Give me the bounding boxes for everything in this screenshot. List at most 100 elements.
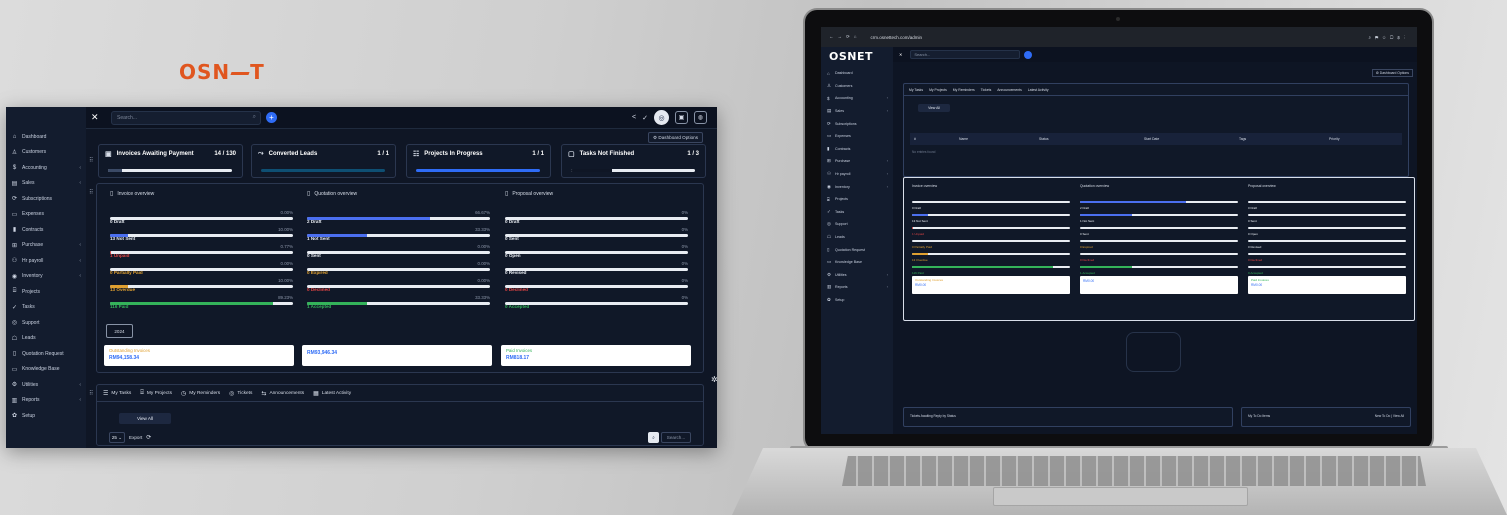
laptop-sidebar-item[interactable]: ⊞ Purchase ‹ [821, 155, 893, 168]
sidebar-item-subscriptions[interactable]: ⟳ Subscriptions [6, 191, 86, 207]
sidebar-item-tasks[interactable]: ✓ Tasks [6, 300, 86, 316]
table-header[interactable]: Status [1035, 137, 1140, 141]
tab-announcements[interactable]: ⇆ Announcements [261, 390, 304, 397]
dashboard-options-button[interactable]: ⚙ Dashboard Options [1371, 69, 1413, 77]
overview-row[interactable]: 13 Overdue 10.00% [110, 278, 293, 295]
table-header[interactable]: Tags [1235, 137, 1325, 141]
add-button[interactable]: + [266, 112, 277, 123]
laptop-sidebar-item[interactable]: ▮ Contracts [821, 143, 893, 156]
table-header[interactable]: # [910, 137, 955, 141]
year-filter[interactable]: 2024 [106, 324, 133, 338]
sidebar-item-knowledge-base[interactable]: ▭ Knowledge Base [6, 362, 86, 378]
sidebar-item-contracts[interactable]: ▮ Contracts [6, 222, 86, 238]
laptop-sidebar-item[interactable]: ◎ Support [821, 218, 893, 231]
overview-row[interactable]: 0 Sent [1080, 222, 1238, 236]
overview-row[interactable]: 1 Accepted 33.33% [307, 295, 490, 312]
laptop-sidebar-item[interactable]: ▭ Knowledge Base [821, 256, 893, 269]
overview-row[interactable]: 0 Revised 0% [505, 261, 688, 278]
sidebar-item-expenses[interactable]: ▭ Expenses [6, 207, 86, 223]
search-icon[interactable]: ⌕ [648, 432, 659, 443]
laptop-sidebar-item[interactable]: ◉ Inventory ‹ [821, 180, 893, 193]
laptop-sidebar-item[interactable]: ▭ Expenses [821, 130, 893, 143]
tab-latest-activity[interactable]: ▦ Latest Activity [313, 390, 351, 397]
todo-links[interactable]: New To Do | View All [1375, 414, 1404, 420]
overview-row[interactable]: 2 Draft [1080, 196, 1238, 210]
laptop-sidebar-item[interactable]: ⟳ Subscriptions [821, 117, 893, 130]
stat-card[interactable]: ▣ Invoices Awaiting Payment 14 / 130 [98, 144, 243, 178]
laptop-sidebar-item[interactable]: ✓ Tasks [821, 206, 893, 219]
sidebar-item-hr-payroll[interactable]: ⚇ Hr payroll ‹ [6, 253, 86, 269]
add-button[interactable] [1024, 50, 1033, 59]
stat-card[interactable]: ▢ Tasks Not Finished 1 / 3 [561, 144, 706, 178]
overview-row[interactable]: 0 Open [1248, 222, 1406, 236]
laptop-tab[interactable]: Latest Activity [1028, 88, 1049, 92]
overview-row[interactable]: 1 Unpaid 0.77% [110, 244, 293, 261]
stat-card[interactable]: ☷ Projects In Progress 1 / 1 [406, 144, 551, 178]
overview-row[interactable]: 0 Declined 0.00% [307, 278, 490, 295]
overview-row[interactable]: 116 Paid 89.23% [110, 295, 293, 312]
overview-row[interactable]: 0 Draft 0% [505, 210, 688, 227]
laptop-tab[interactable]: My Reminders [953, 88, 975, 92]
total-card[interactable]: Paid Invoices RM0.00 [1248, 276, 1406, 294]
sidebar-item-customers[interactable]: ♙ Customers [6, 145, 86, 161]
overview-row[interactable]: 0 Draft [912, 196, 1070, 210]
sidebar-item-reports[interactable]: ▥ Reports ‹ [6, 393, 86, 409]
laptop-tab[interactable]: Tickets [981, 88, 992, 92]
overview-row[interactable]: 0 Declined 0% [505, 278, 688, 295]
overview-row[interactable]: 0 Sent 0% [505, 227, 688, 244]
table-header[interactable]: Start Date [1140, 137, 1235, 141]
sidebar-item-accounting[interactable]: $ Accounting ‹ [6, 160, 86, 176]
laptop-sidebar-item[interactable]: ⚙ Utilities ‹ [821, 269, 893, 282]
page-size-select[interactable]: 25 ⌄ [109, 432, 125, 443]
sidebar-item-dashboard[interactable]: ⌂ Dashboard [6, 129, 86, 145]
browser-actions-icons[interactable]: ⌕⚑☆▢⇩⋮ [1368, 35, 1409, 40]
calendar-icon[interactable]: ▣ [675, 111, 688, 124]
laptop-sidebar-item[interactable]: ⌸ Projects [821, 193, 893, 206]
overview-row[interactable]: 13 Not Sent 10.00% [110, 227, 293, 244]
laptop-sidebar-item[interactable]: ♙ Customers [821, 80, 893, 93]
refresh-icon[interactable]: ⟳ [146, 434, 151, 441]
overview-row[interactable]: 0 Draft 0.00% [110, 210, 293, 227]
total-card[interactable]: Paid Invoices RM818.17 [501, 345, 691, 366]
overview-row[interactable]: 0 Sent 0.00% [307, 244, 490, 261]
search-input[interactable]: Search... ⌕ [111, 110, 261, 125]
sidebar-item-quotation-request[interactable]: ▯ Quotation Request [6, 346, 86, 362]
overview-row[interactable]: 2 Draft 66.67% [307, 210, 490, 227]
tab-my-tasks[interactable]: ☰ My Tasks [103, 390, 131, 397]
overview-row[interactable]: 0 Partially Paid 0.00% [110, 261, 293, 278]
overview-row[interactable]: 116 Paid [912, 261, 1070, 275]
laptop-sidebar-item[interactable]: ▯ Quotation Request [821, 243, 893, 256]
total-card[interactable]: Outstanding Invoices RM0.00 [912, 276, 1070, 294]
stat-card[interactable]: ⤳ Converted Leads 1 / 1 [251, 144, 396, 178]
sidebar-item-setup[interactable]: ✿ Setup [6, 408, 86, 424]
laptop-search-input[interactable]: Search... [910, 50, 1021, 59]
overview-row[interactable]: 0 Draft [1248, 196, 1406, 210]
close-icon[interactable]: ✕ [899, 52, 902, 57]
overview-row[interactable]: 1 Not Sent 33.33% [307, 227, 490, 244]
overview-row[interactable]: 1 Unpaid [912, 222, 1070, 236]
overview-row[interactable]: 0 Accepted 0% [505, 295, 688, 312]
notification-bell-icon[interactable]: ◍ [694, 111, 707, 124]
browser-nav-icons[interactable]: ←→⟳⌂ [829, 34, 861, 40]
table-header[interactable]: Priority [1325, 137, 1385, 141]
overview-row[interactable]: 0 Sent [1248, 209, 1406, 223]
settings-gear-icon[interactable]: ✲ [711, 375, 717, 384]
laptop-sidebar-item[interactable]: ⚇ Hr payroll ‹ [821, 168, 893, 181]
url-bar[interactable]: crm.osnettech.com/admin [871, 35, 923, 40]
laptop-sidebar-item[interactable]: ☖ Leads [821, 231, 893, 244]
laptop-sidebar-item[interactable]: ▤ Sales ‹ [821, 105, 893, 118]
share-icon[interactable]: < [632, 114, 636, 121]
table-search-input[interactable]: Search... [661, 432, 691, 443]
overview-row[interactable]: 0 Partially Paid [912, 235, 1070, 249]
overview-row[interactable]: 1 Accepted [1080, 261, 1238, 275]
overview-row[interactable]: 0 Revised [1248, 235, 1406, 249]
laptop-sidebar-item[interactable]: ⌂ Dashboard [821, 67, 893, 80]
total-card[interactable]: RM93,946.34 [302, 345, 492, 366]
sidebar-item-support[interactable]: ◎ Support [6, 315, 86, 331]
laptop-tab[interactable]: Announcements [997, 88, 1022, 92]
sidebar-item-projects[interactable]: ⌸ Projects [6, 284, 86, 300]
close-icon[interactable]: ✕ [91, 112, 101, 123]
sidebar-item-inventory[interactable]: ◉ Inventory ‹ [6, 269, 86, 285]
view-all-button[interactable]: View All [918, 104, 950, 112]
overview-row[interactable]: 0 Expired [1080, 235, 1238, 249]
